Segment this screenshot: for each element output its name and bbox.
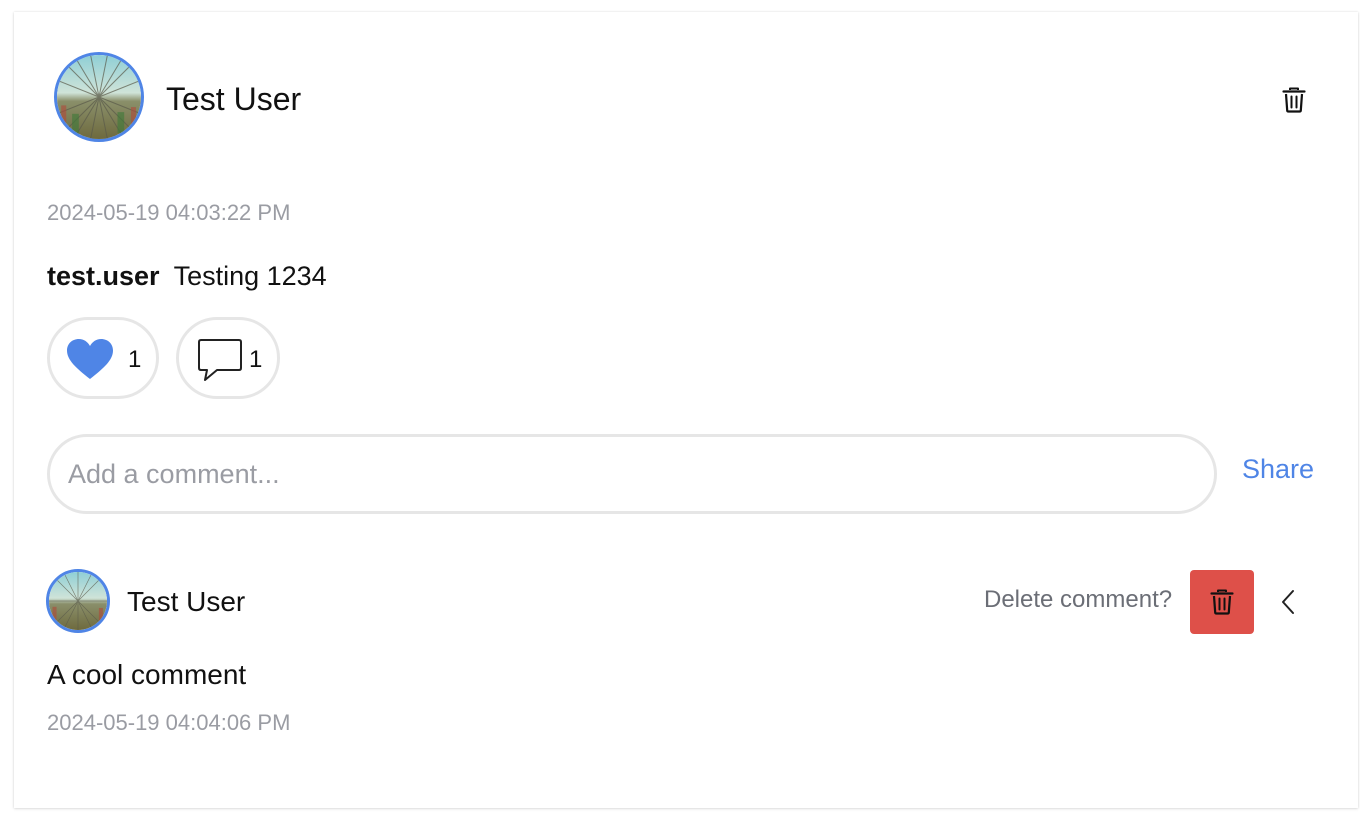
like-button[interactable]: 1	[47, 317, 159, 399]
delete-post-button[interactable]	[1278, 84, 1310, 116]
heart-icon	[66, 338, 114, 385]
speech-bubble-icon	[197, 338, 243, 387]
share-button[interactable]: Share	[1242, 454, 1314, 485]
cancel-delete-button[interactable]	[1274, 586, 1302, 618]
confirm-delete-comment-button[interactable]	[1190, 570, 1254, 634]
trash-icon	[1282, 87, 1306, 113]
post-author-avatar[interactable]	[54, 52, 144, 142]
like-count: 1	[128, 346, 142, 373]
avatar-image	[57, 55, 141, 139]
comment-count: 1	[249, 346, 263, 373]
trash-icon	[1210, 589, 1234, 615]
comment-author-avatar[interactable]	[46, 569, 110, 633]
chevron-left-icon	[1282, 590, 1294, 614]
caption-text: Testing 1234	[173, 261, 327, 291]
comment-text: A cool comment	[47, 659, 247, 690]
avatar-image	[49, 572, 107, 630]
comment-author-name[interactable]: Test User	[127, 584, 245, 620]
comment-button[interactable]: 1	[176, 317, 280, 399]
caption-username[interactable]: test.user	[47, 261, 160, 291]
post-card: Test User 2024-05-19 04:03:22 PM test.us…	[14, 12, 1358, 808]
comment-timestamp: 2024-05-19 04:04:06 PM	[47, 710, 291, 735]
post-caption: test.user Testing 1234	[47, 259, 327, 293]
comment-input[interactable]	[47, 434, 1217, 514]
post-timestamp: 2024-05-19 04:03:22 PM	[47, 200, 291, 225]
post-author-name[interactable]: Test User	[166, 79, 301, 119]
delete-comment-prompt: Delete comment?	[984, 586, 1173, 613]
